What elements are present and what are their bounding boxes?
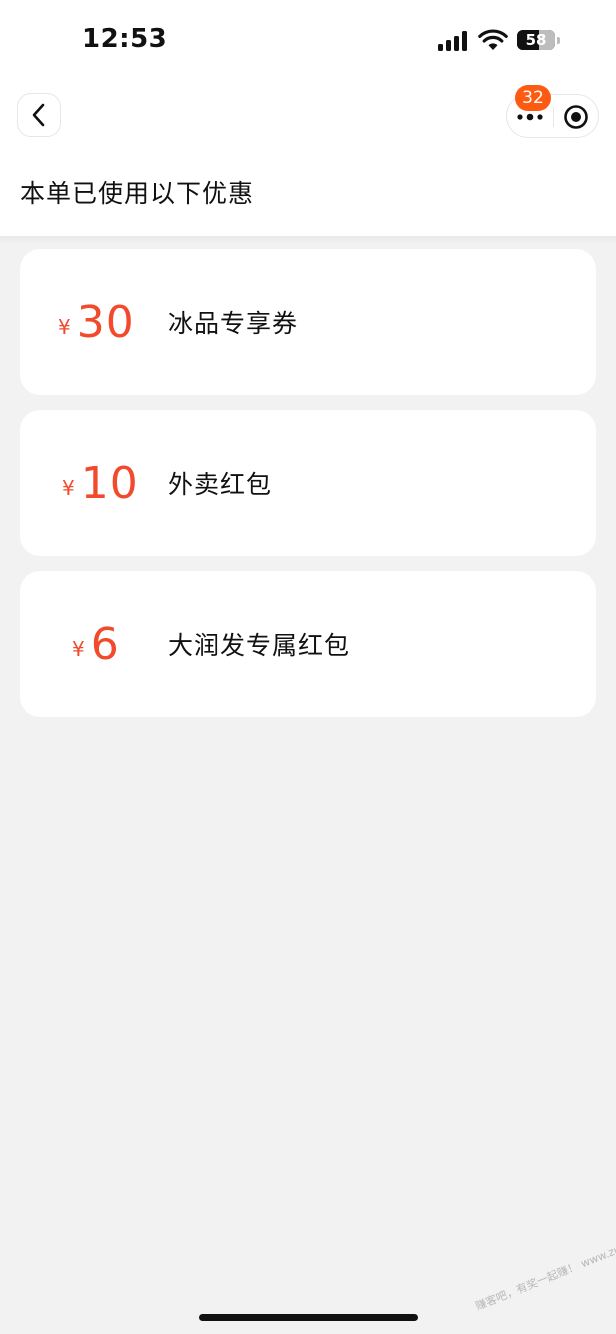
wifi-icon bbox=[478, 28, 508, 56]
discount-name: 大润发专属红包 bbox=[168, 631, 351, 660]
currency-symbol: ¥ bbox=[58, 315, 71, 339]
discount-name: 外卖红包 bbox=[168, 470, 273, 499]
capsule-divider bbox=[553, 107, 554, 127]
notification-badge: 32 bbox=[515, 85, 551, 111]
status-time: 12:53 bbox=[82, 24, 168, 54]
discount-card: ¥ 30 冰品专享券 bbox=[20, 249, 596, 395]
discount-price: ¥ 10 bbox=[62, 410, 139, 556]
chevron-left-icon bbox=[32, 103, 45, 127]
discount-amount: 30 bbox=[76, 296, 135, 348]
header-shadow bbox=[0, 236, 616, 244]
home-indicator[interactable] bbox=[199, 1314, 418, 1321]
battery-icon: 58 bbox=[517, 30, 555, 50]
currency-symbol: ¥ bbox=[62, 476, 75, 500]
discount-name: 冰品专享券 bbox=[168, 309, 299, 338]
battery-percent: 58 bbox=[525, 31, 547, 49]
target-icon bbox=[564, 105, 588, 129]
currency-symbol: ¥ bbox=[72, 637, 85, 661]
more-dots-icon bbox=[517, 113, 543, 121]
discount-card: ¥ 10 外卖红包 bbox=[20, 410, 596, 556]
page-title: 本单已使用以下优惠 bbox=[20, 179, 255, 208]
discount-amount: 6 bbox=[90, 618, 120, 670]
discount-price: ¥ 30 bbox=[58, 249, 135, 395]
discount-amount: 10 bbox=[80, 457, 139, 509]
discount-price: ¥ 6 bbox=[72, 571, 120, 717]
discount-card: ¥ 6 大润发专属红包 bbox=[20, 571, 596, 717]
watermark: 赚客吧，有奖一起赚！ www.zuanke8.com bbox=[473, 1219, 616, 1313]
close-mini-program-button[interactable] bbox=[563, 104, 589, 130]
battery-tip bbox=[557, 37, 560, 44]
cellular-signal-icon bbox=[438, 30, 470, 51]
back-button[interactable] bbox=[17, 93, 61, 137]
